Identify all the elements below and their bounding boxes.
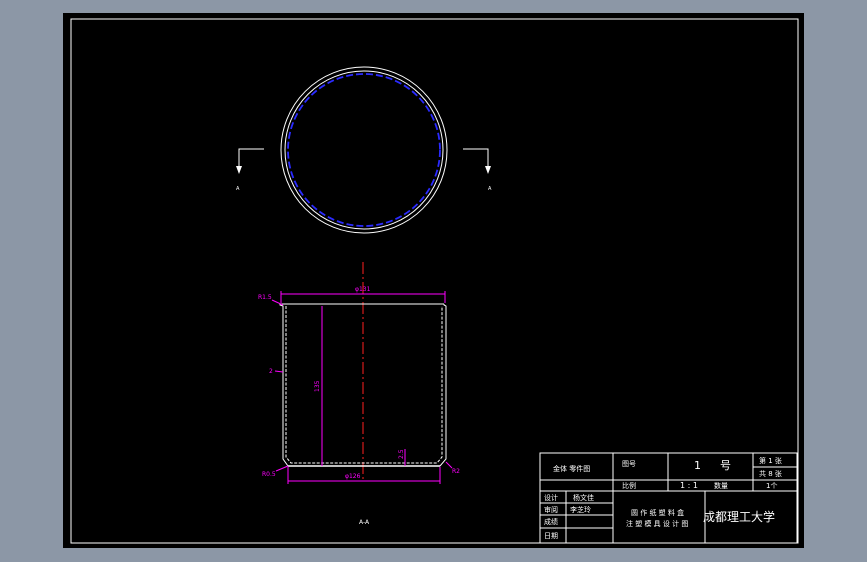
dim-bottom-left: R0.5 [262, 471, 276, 478]
designer: 杨文佳 [573, 493, 594, 502]
dim-side-label: 2 [269, 368, 273, 375]
dim-wall-top: R1.5 [258, 294, 272, 301]
section-mark-right: A [488, 186, 492, 192]
part-name-2: 注 塑 模 具 设 计 图 [626, 519, 688, 528]
dim-bottom-right: R2 [452, 468, 460, 475]
drawing-sheet [63, 13, 804, 548]
scale-label: 比例 [622, 481, 636, 490]
design-label: 设计 [544, 493, 558, 502]
qty-label: 数量 [714, 481, 728, 490]
reviewer: 李芝玲 [570, 505, 591, 514]
sheet-info-1: 第 1 张 [759, 456, 782, 465]
part-name-1: 圆 作 纸 塑 料 盒 [631, 508, 684, 517]
dim-base-thickness: 2.5 [398, 449, 405, 459]
date-label: 日期 [544, 532, 558, 540]
dim-bottom-diameter: φ126 [345, 473, 361, 480]
review-label: 审阅 [544, 505, 558, 514]
sheet-info-2: 共 8 张 [759, 469, 782, 478]
section-label: A-A [359, 519, 370, 526]
qty-value: 1个 [766, 482, 777, 490]
scale-value: 1 : 1 [680, 481, 698, 490]
drawing-title: 金体 零件图 [553, 464, 590, 473]
dim-top-diameter: φ131 [355, 286, 371, 293]
drawing-no-label: 图号 [622, 460, 636, 468]
section-mark-left: A [236, 186, 240, 192]
school-name: 成都理工大学 [703, 509, 775, 524]
drawing-no-unit: 号 [720, 459, 731, 472]
cad-viewport: A A φ131 R1.5 2 135 2.5 φ126 R0.5 R2 A-A… [63, 13, 804, 548]
grade-label: 成绩 [544, 517, 558, 526]
drawing-no: 1 [694, 459, 701, 472]
dim-height: 135 [314, 380, 321, 392]
